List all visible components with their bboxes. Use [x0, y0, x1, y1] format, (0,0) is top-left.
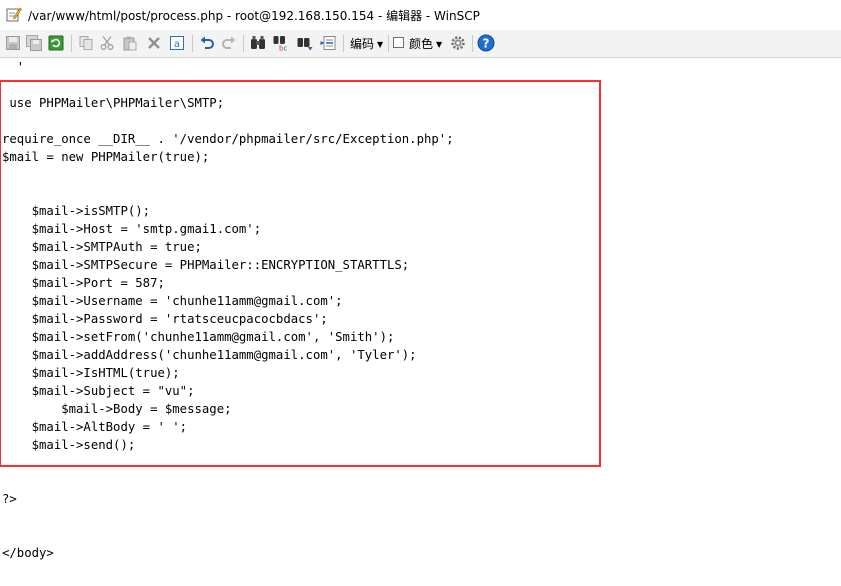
- color-label: 颜色: [409, 37, 434, 51]
- editor-app-icon: [6, 6, 22, 22]
- toolbar-separator: [388, 35, 389, 52]
- undo-icon[interactable]: [198, 34, 216, 52]
- title-bar: /var/www/html/post/process.php - root@19…: [0, 0, 841, 30]
- toolbar-separator: [243, 35, 244, 52]
- toolbar-separator: [343, 35, 344, 52]
- highlight-box: [0, 80, 601, 467]
- svg-text:?: ?: [483, 37, 490, 51]
- select-all-icon[interactable]: a: [168, 34, 186, 52]
- delete-icon[interactable]: [145, 34, 163, 52]
- reload-icon[interactable]: [47, 34, 65, 52]
- goto-line-icon[interactable]: [319, 34, 337, 52]
- help-icon[interactable]: ?: [477, 34, 495, 52]
- svg-text:c: c: [284, 45, 288, 52]
- copy-icon[interactable]: [77, 34, 95, 52]
- toolbar-separator: [71, 35, 72, 52]
- color-dropdown[interactable]: 颜色 ▼: [409, 35, 442, 52]
- cut-icon[interactable]: [98, 34, 116, 52]
- window-title: /var/www/html/post/process.php - root@19…: [28, 9, 480, 23]
- replace-icon[interactable]: bc: [272, 34, 290, 52]
- find-icon[interactable]: [249, 34, 267, 52]
- encoding-label: 编码: [350, 37, 375, 51]
- save-all-icon[interactable]: [25, 34, 43, 52]
- preferences-icon[interactable]: [449, 34, 467, 52]
- paste-icon[interactable]: [121, 34, 139, 52]
- toolbar-separator: [192, 35, 193, 52]
- save-icon[interactable]: [4, 34, 22, 52]
- find-next-icon[interactable]: [296, 34, 314, 52]
- svg-text:a: a: [174, 39, 180, 50]
- chevron-down-icon: ▼: [436, 40, 443, 49]
- redo-icon[interactable]: [220, 34, 238, 52]
- color-checkbox[interactable]: [393, 37, 404, 48]
- toolbar-separator: [472, 35, 473, 52]
- encoding-dropdown[interactable]: 编码 ▼: [350, 35, 383, 52]
- editor-toolbar: a bc 编码 ▼ 颜色 ▼ ?: [0, 30, 841, 58]
- chevron-down-icon: ▼: [377, 40, 384, 49]
